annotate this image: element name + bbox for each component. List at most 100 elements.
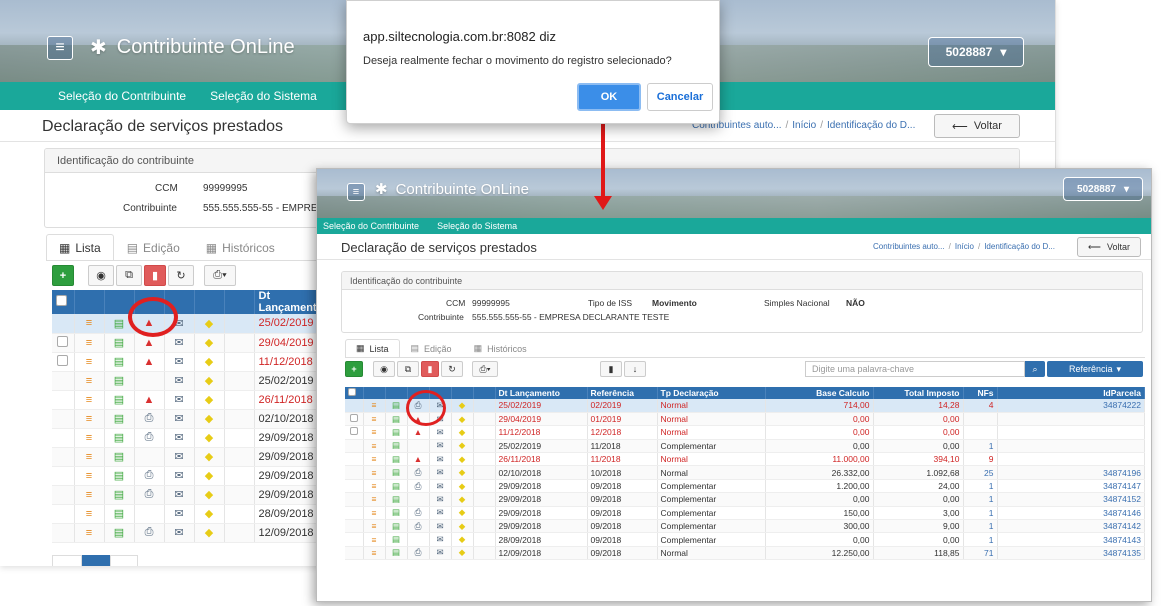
icon-cell[interactable]: ✉ [429, 465, 452, 480]
menu-lines-icon[interactable]: ≡ [372, 481, 377, 491]
table-row[interactable]: ≡ ▤ ✉ ◆ 28/09/2018 [52, 504, 332, 524]
menu-lines-icon[interactable]: ≡ [372, 521, 377, 531]
icon-cell[interactable]: ⎙ [407, 479, 430, 494]
refresh-button[interactable]: ↻ [168, 265, 194, 286]
checkbox-cell[interactable] [345, 532, 364, 547]
select-all-checkbox[interactable] [348, 388, 356, 396]
menu-lines-icon[interactable]: ≡ [86, 451, 92, 463]
sheet-icon[interactable]: ▤ [392, 454, 400, 464]
envelope-icon[interactable]: ✉ [174, 451, 183, 463]
checkbox-cell[interactable] [52, 504, 75, 524]
icon-cell[interactable]: ≡ [363, 506, 386, 521]
icon-cell[interactable]: ≡ [363, 492, 386, 507]
tab-historicos[interactable]: ▦ Históricos [193, 234, 288, 260]
icon-cell[interactable]: ▤ [385, 425, 408, 440]
tag-icon[interactable]: ◆ [459, 507, 466, 517]
checkbox-cell[interactable] [345, 465, 364, 480]
lock-icon[interactable]: ▲ [144, 356, 155, 368]
table-row[interactable]: ≡ ▤ ▲ ✉ ◆ 29/04/2019 01/2019 Normal 0,00 0,00 [345, 412, 1145, 427]
tag-icon[interactable]: ◆ [459, 427, 466, 437]
sheet-icon[interactable]: ▤ [114, 394, 124, 406]
print-icon[interactable]: ⎙ [145, 469, 154, 481]
menu-lines-icon[interactable]: ≡ [372, 548, 377, 558]
col-nfs-header[interactable]: NFs [963, 387, 998, 399]
icon-cell[interactable]: ◆ [194, 485, 225, 505]
icon-cell[interactable]: ▤ [104, 447, 135, 467]
icon-cell[interactable]: ▲ [134, 352, 165, 372]
icon-cell[interactable]: ▤ [385, 412, 408, 427]
icon-cell[interactable]: ▤ [385, 492, 408, 507]
menu-lines-icon[interactable]: ≡ [372, 535, 377, 545]
user-button[interactable]: 5028887 ▾ [1063, 177, 1143, 201]
menu-lines-icon[interactable]: ≡ [372, 400, 377, 410]
icon-cell[interactable]: ▤ [385, 439, 408, 454]
sheet-icon[interactable]: ▤ [114, 451, 124, 463]
icon-cell[interactable]: ⎙ [407, 546, 430, 561]
icon-cell[interactable]: ≡ [363, 399, 386, 413]
sheet-icon[interactable]: ▤ [114, 527, 124, 539]
checkbox-cell[interactable] [345, 506, 364, 521]
table-row[interactable]: ≡ ▤ ▲ ✉ ◆ 26/11/2018 11/2018 Normal 11.000,00 394… [345, 452, 1145, 467]
nav-select-system[interactable]: Seleção do Sistema [437, 221, 517, 231]
row-checkbox[interactable] [349, 414, 358, 423]
checkbox-cell[interactable] [345, 492, 364, 507]
icon-cell[interactable]: ✉ [429, 519, 452, 534]
tag-icon[interactable]: ◆ [205, 356, 213, 368]
crumb-2[interactable]: Início [792, 120, 816, 131]
col-imp-header[interactable]: Total Imposto [873, 387, 964, 399]
crumb-2[interactable]: Início [955, 242, 974, 251]
print-icon[interactable]: ⎙ [415, 507, 422, 517]
menu-lines-icon[interactable]: ≡ [372, 441, 377, 451]
icon-cell[interactable]: ▲ [407, 425, 430, 440]
icon-cell[interactable]: ≡ [74, 466, 105, 486]
icon-cell[interactable]: ▤ [104, 390, 135, 410]
nav-select-contrib[interactable]: Seleção do Contribuinte [58, 89, 186, 103]
menu-lines-icon[interactable]: ≡ [372, 468, 377, 478]
icon-cell[interactable]: ⎙ [407, 465, 430, 480]
nav-select-system[interactable]: Seleção do Sistema [210, 89, 317, 103]
icon-cell[interactable]: ≡ [74, 314, 105, 334]
icon-cell[interactable]: ✉ [164, 371, 195, 391]
sheet-icon[interactable]: ▤ [392, 467, 400, 477]
icon-cell[interactable]: ▤ [104, 504, 135, 524]
envelope-icon[interactable]: ✉ [436, 494, 443, 504]
lock-icon[interactable]: ▲ [414, 454, 422, 464]
table-row[interactable]: ≡ ▤ ⎙ ✉ ◆ 12/09/2018 09/2018 Normal 12.250,00 118… [345, 546, 1145, 561]
icon-cell[interactable]: ▤ [385, 546, 408, 561]
envelope-icon[interactable]: ✉ [174, 337, 183, 349]
icon-cell[interactable]: ✉ [429, 492, 452, 507]
envelope-icon[interactable]: ✉ [174, 356, 183, 368]
icon-cell[interactable]: ◆ [451, 532, 474, 547]
icon-cell[interactable]: ✉ [429, 439, 452, 454]
icon-cell[interactable]: ✉ [429, 479, 452, 494]
envelope-icon[interactable]: ✉ [436, 467, 443, 477]
table-row[interactable]: ≡ ▤ ⎙ ✉ ◆ 02/10/2018 10/2018 Normal 26.332,00 1.0… [345, 465, 1145, 480]
checkbox-cell[interactable] [52, 371, 75, 391]
table-row[interactable]: ≡ ▤ ⎙ ✉ ◆ 02/10/2018 [52, 409, 332, 429]
icon-cell[interactable]: ≡ [363, 519, 386, 534]
checkbox-cell[interactable] [345, 399, 364, 413]
icon-cell[interactable]: ◆ [194, 409, 225, 429]
tag-icon[interactable]: ◆ [459, 547, 466, 557]
icon-cell[interactable]: ✉ [164, 428, 195, 448]
tag-icon[interactable]: ◆ [205, 375, 213, 387]
tab-lista[interactable]: ▦ Lista [46, 234, 114, 260]
select-all-header[interactable] [345, 387, 364, 399]
icon-cell[interactable]: ✉ [164, 333, 195, 353]
icon-cell[interactable]: ✉ [164, 409, 195, 429]
menu-lines-icon[interactable]: ≡ [86, 470, 92, 482]
add-button[interactable]: + [52, 265, 74, 286]
menu-lines-icon[interactable]: ≡ [372, 414, 377, 424]
icon-cell[interactable]: ▤ [104, 523, 135, 543]
icon-cell[interactable]: ≡ [74, 352, 105, 372]
icon-cell[interactable]: ✉ [429, 506, 452, 521]
lock-icon[interactable]: ▲ [414, 427, 422, 437]
sheet-icon[interactable]: ▤ [114, 489, 124, 501]
print-icon[interactable]: ⎙ [145, 412, 154, 424]
checkbox-cell[interactable] [345, 452, 364, 467]
menu-lines-icon[interactable]: ≡ [86, 337, 92, 349]
icon-cell[interactable]: ≡ [363, 452, 386, 467]
tab-edicao[interactable]: ▤ Edição [400, 339, 463, 357]
print-dropdown[interactable]: ⎙▾ [472, 361, 498, 377]
table-row[interactable]: ≡ ▤ ⎙ ✉ ◆ 29/09/2018 09/2018 Complementar 300,00… [345, 519, 1145, 534]
